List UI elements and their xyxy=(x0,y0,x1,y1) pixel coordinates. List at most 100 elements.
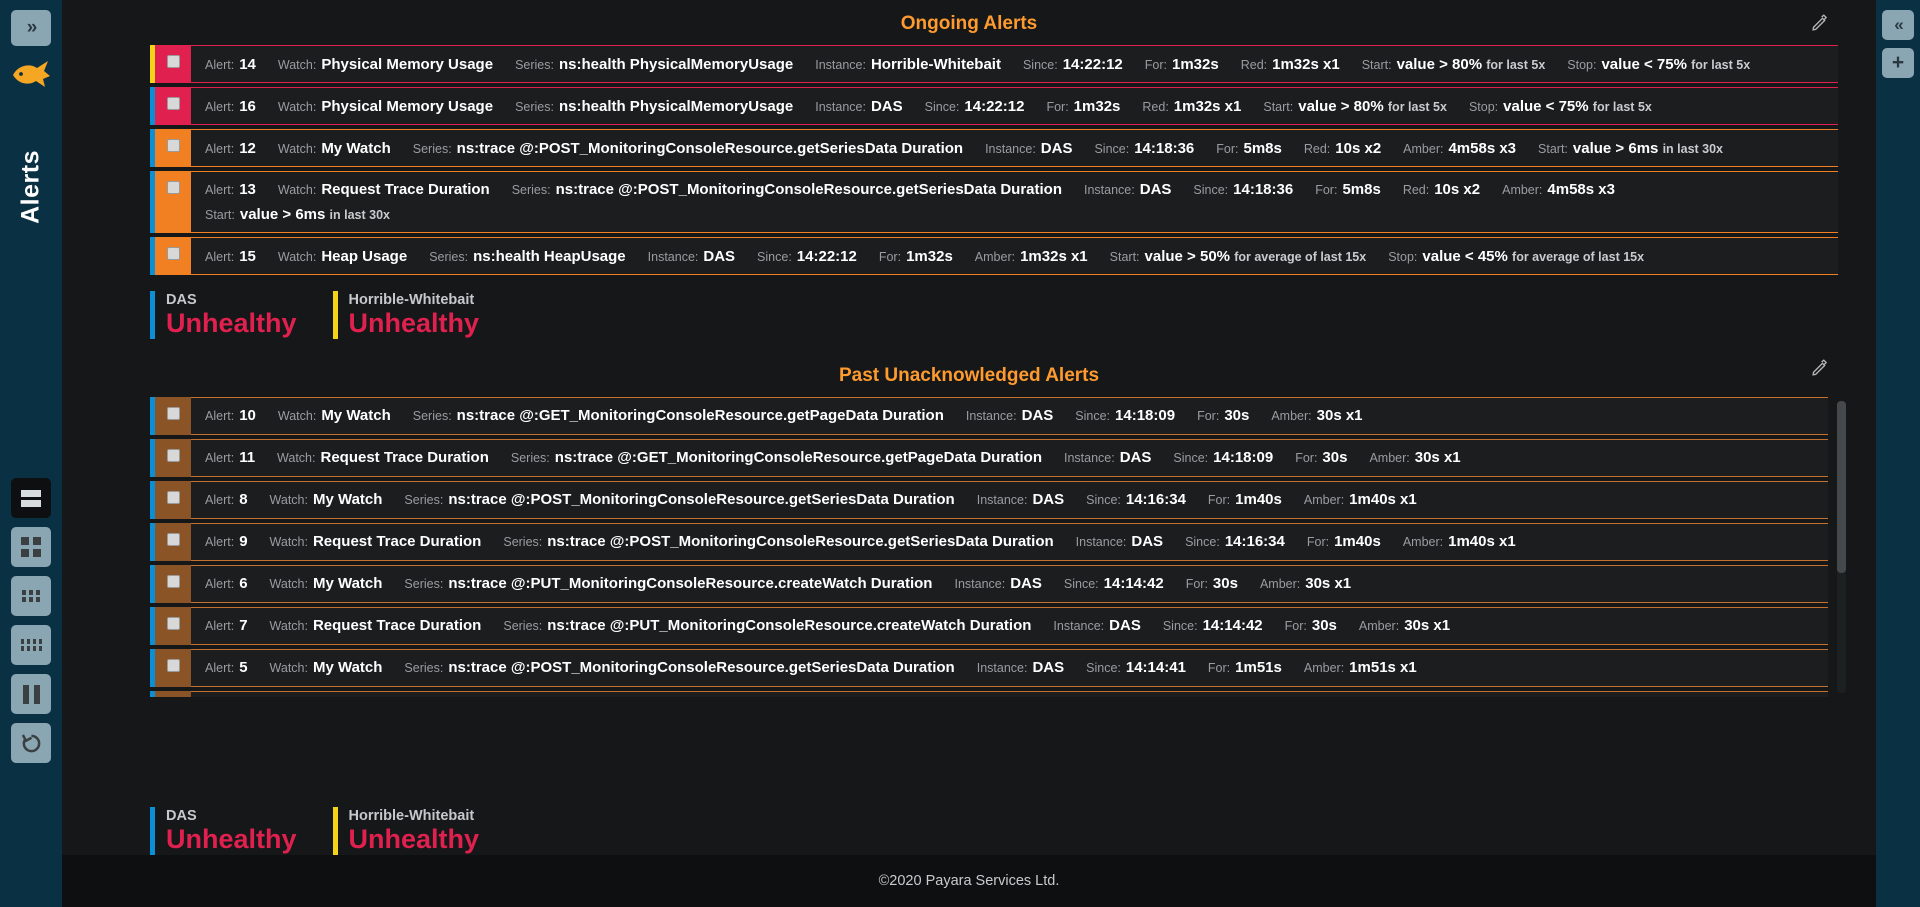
field-label: Series: xyxy=(511,451,550,465)
field-value: 1m32s xyxy=(1074,98,1121,115)
pencil-icon[interactable] xyxy=(1811,359,1828,376)
field-value: 5m8s xyxy=(1342,181,1380,198)
sidebar-collapse-button[interactable]: » xyxy=(11,10,51,46)
alert-details: Alert:16Watch:Physical Memory UsageSerie… xyxy=(191,87,1838,125)
field-label: Series: xyxy=(404,577,443,591)
field-value: ns:health PhysicalMemoryUsage xyxy=(559,56,793,73)
acknowledge-checkbox[interactable] xyxy=(167,575,180,588)
alert-field: Amber: 4m58s x3 xyxy=(1502,181,1615,198)
alert-row[interactable]: Alert:13Watch:Request Trace DurationSeri… xyxy=(150,171,1838,233)
field-value: 10 xyxy=(239,407,256,424)
rail-collapse-button[interactable]: « xyxy=(1882,10,1914,40)
alert-row[interactable]: Alert:7Watch:Request Trace DurationSerie… xyxy=(150,607,1828,645)
rail-add-button[interactable]: + xyxy=(1882,48,1914,78)
alert-row[interactable]: Alert:15Watch:Heap UsageSeries:ns:health… xyxy=(150,237,1838,275)
field-label: Red: xyxy=(1241,58,1267,72)
field-value: 9 xyxy=(239,533,247,550)
field-label: Amber: xyxy=(975,250,1015,264)
field-label: Series: xyxy=(413,409,452,423)
acknowledge-checkbox[interactable] xyxy=(167,55,180,68)
nav-item-columns-3[interactable] xyxy=(11,576,51,616)
alert-severity-box xyxy=(155,237,191,275)
field-value: My Watch xyxy=(321,407,390,424)
field-value: 4m58s x3 xyxy=(1448,140,1516,157)
nav-item-list-view[interactable] xyxy=(11,478,51,518)
field-label: Series: xyxy=(413,142,452,156)
field-value: 6 xyxy=(239,575,247,592)
instance-status[interactable]: Horrible-WhitebaitUnhealthy xyxy=(333,291,480,339)
acknowledge-checkbox[interactable] xyxy=(167,617,180,630)
acknowledge-checkbox[interactable] xyxy=(167,247,180,260)
field-value: value > 6ms in last 30x xyxy=(240,206,390,223)
scrollbar-thumb[interactable] xyxy=(1837,401,1846,573)
sidebar-nav xyxy=(0,478,62,763)
alert-row[interactable]: Alert:10Watch:My WatchSeries:ns:trace @:… xyxy=(150,397,1828,435)
alert-row[interactable]: Alert:5Watch:My WatchSeries:ns:trace @:P… xyxy=(150,649,1828,687)
alert-field: Start:value > 80% for last 5x xyxy=(1263,98,1447,115)
field-label: Alert: xyxy=(205,493,234,507)
field-value: DAS xyxy=(1032,659,1064,676)
nav-item-grid-view[interactable] xyxy=(11,527,51,567)
acknowledge-checkbox[interactable] xyxy=(167,181,180,194)
alert-field: Amber:30s x1 xyxy=(1359,617,1450,634)
alert-field: Series:ns:trace @:POST_MonitoringConsole… xyxy=(404,491,954,508)
alert-row[interactable]: Alert:8Watch:My WatchSeries:ns:trace @:P… xyxy=(150,481,1828,519)
acknowledge-checkbox[interactable] xyxy=(167,139,180,152)
alert-field: Instance:DAS xyxy=(1076,533,1163,550)
field-value: 14:22:12 xyxy=(1063,56,1123,73)
past-alerts-scrollbar[interactable] xyxy=(1837,401,1846,693)
instance-health-state: Unhealthy xyxy=(349,309,480,339)
alert-field: Watch:Physical Memory Usage xyxy=(278,98,493,115)
nav-item-refresh[interactable] xyxy=(11,723,51,763)
field-value: ns:trace @:PUT_MonitoringConsoleResource… xyxy=(448,575,932,592)
field-value: value < 45% for average of last 15x xyxy=(1422,248,1644,265)
alert-severity-box xyxy=(155,129,191,167)
acknowledge-checkbox[interactable] xyxy=(167,97,180,110)
alert-row[interactable]: Alert:14Watch:Physical Memory UsageSerie… xyxy=(150,45,1838,83)
field-label: Series: xyxy=(503,619,542,633)
instance-status[interactable]: DASUnhealthy xyxy=(150,291,297,339)
instance-status[interactable]: DASUnhealthy xyxy=(150,807,297,855)
field-value: value > 80% for last 5x xyxy=(1397,56,1546,73)
acknowledge-checkbox[interactable] xyxy=(167,449,180,462)
alert-row[interactable]: Alert:11Watch:Request Trace DurationSeri… xyxy=(150,439,1828,477)
alert-row[interactable]: Alert:4Watch:Request Trace DurationSerie… xyxy=(150,691,1828,697)
field-label: Alert: xyxy=(205,409,234,423)
instance-status[interactable]: Horrible-WhitebaitUnhealthy xyxy=(333,807,480,855)
alert-field: Instance: DAS xyxy=(815,98,902,115)
field-label: Instance: xyxy=(985,142,1036,156)
alert-field: Since:14:16:34 xyxy=(1185,533,1285,550)
alert-field: Since:14:14:42 xyxy=(1064,575,1164,592)
alert-row[interactable]: Alert:16Watch:Physical Memory UsageSerie… xyxy=(150,87,1838,125)
alert-field: Watch:Request Trace Duration xyxy=(277,449,489,466)
acknowledge-checkbox[interactable] xyxy=(167,659,180,672)
instance-name: DAS xyxy=(166,807,297,825)
acknowledge-checkbox[interactable] xyxy=(167,407,180,420)
field-label: Amber: xyxy=(1403,142,1443,156)
alert-field: Alert:8 xyxy=(205,491,248,508)
field-label: Instance: xyxy=(815,100,866,114)
instance-status-top: DASUnhealthy Horrible-WhitebaitUnhealthy xyxy=(62,279,1876,339)
alert-row[interactable]: Alert:9Watch:Request Trace DurationSerie… xyxy=(150,523,1828,561)
field-label: Watch: xyxy=(270,577,308,591)
alert-field: Since:14:18:36 xyxy=(1193,181,1293,198)
field-label: Since: xyxy=(757,250,792,264)
field-value: DAS xyxy=(871,98,903,115)
alert-details: Alert:4Watch:Request Trace DurationSerie… xyxy=(191,691,1828,697)
field-label: Amber: xyxy=(1260,577,1300,591)
instance-name: Horrible-Whitebait xyxy=(349,291,480,309)
field-value: 16 xyxy=(239,98,256,115)
alert-row[interactable]: Alert:6Watch:My WatchSeries:ns:trace @:P… xyxy=(150,565,1828,603)
acknowledge-checkbox[interactable] xyxy=(167,533,180,546)
nav-item-columns-4[interactable] xyxy=(11,625,51,665)
pencil-icon[interactable] xyxy=(1811,14,1828,31)
acknowledge-checkbox[interactable] xyxy=(167,491,180,504)
alert-field: Alert:7 xyxy=(205,617,248,634)
ongoing-alerts-heading: Ongoing Alerts xyxy=(62,0,1876,45)
field-value: 4m58s x3 xyxy=(1547,181,1615,198)
nav-item-pause[interactable] xyxy=(11,674,51,714)
alert-field: For:5m8s xyxy=(1315,181,1381,198)
alert-row[interactable]: Alert:12Watch:My WatchSeries:ns:trace @:… xyxy=(150,129,1838,167)
field-label: Alert: xyxy=(205,58,234,72)
field-label: Amber: xyxy=(1502,183,1542,197)
